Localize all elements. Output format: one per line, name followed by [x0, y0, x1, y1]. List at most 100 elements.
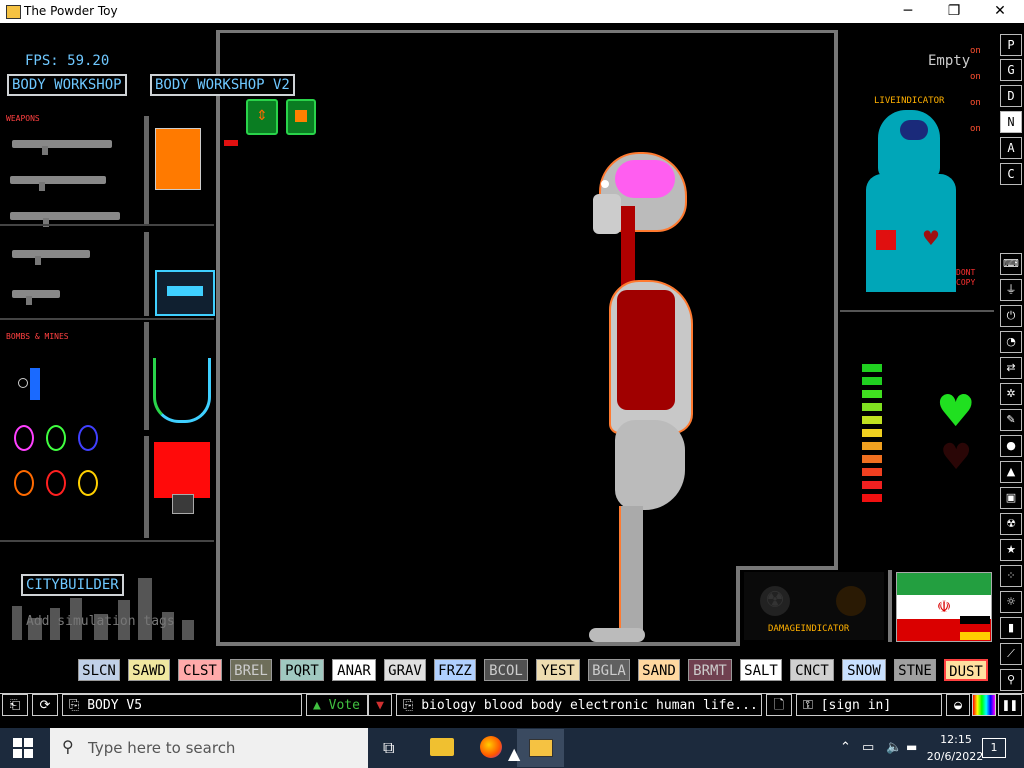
menu-button-d[interactable]: D [1000, 85, 1022, 107]
search-icon[interactable]: ⚲ [1000, 669, 1022, 691]
window-title: The Powder Toy [24, 4, 118, 18]
vote-label: Vote [328, 698, 360, 713]
keyboard-icon[interactable]: ⌨ [1000, 253, 1022, 275]
gauge-icon[interactable]: ◔ [1000, 331, 1022, 353]
tags-field[interactable]: ⎘ biology blood body electronic human li… [396, 694, 762, 716]
screen-device-icon[interactable] [155, 270, 215, 316]
arrows-icon[interactable]: ⇄ [1000, 357, 1022, 379]
save-name-field[interactable]: ⎘ BODY V5 [62, 694, 302, 716]
grenade-icon[interactable] [14, 470, 34, 496]
green-block-icon[interactable] [286, 99, 316, 135]
tray-chevron-icon[interactable]: ⌃ [840, 740, 851, 755]
powder-toy-taskbar-icon[interactable] [529, 739, 553, 757]
taskbar-search-box[interactable]: ⚲ Type here to search [50, 728, 368, 768]
star-icon[interactable]: ★ [1000, 539, 1022, 561]
pistol-icon[interactable] [12, 290, 60, 305]
element-button-yest[interactable]: YEST [536, 659, 580, 681]
bulb-icon[interactable]: ☼ [1000, 591, 1022, 613]
volume-muted-icon[interactable]: 🔈 [886, 740, 902, 755]
damage-indicator-label: DAMAGEINDICATOR [768, 624, 850, 634]
drop-icon[interactable]: ● [1000, 435, 1022, 457]
grenade-icon[interactable] [14, 425, 34, 451]
element-button-cnct[interactable]: CNCT [790, 659, 834, 681]
tab-body-workshop[interactable]: BODY WORKSHOP [7, 74, 127, 96]
element-button-bgla[interactable]: BGLA [588, 659, 630, 681]
swap-arrows-icon[interactable]: ⇕ [246, 99, 278, 135]
task-view-icon[interactable]: ⧉ [383, 738, 394, 758]
menu-button-c[interactable]: C [1000, 163, 1022, 185]
clock-date[interactable]: 20/6/2022 [922, 750, 988, 763]
element-button-brmt[interactable]: BRMT [688, 659, 732, 681]
network-icon[interactable]: ▭ [862, 740, 874, 755]
vote-down-button[interactable]: ▼ [368, 694, 392, 716]
windows-start-icon[interactable] [13, 738, 33, 758]
tab-body-workshop-v2[interactable]: BODY WORKSHOP V2 [150, 74, 295, 96]
heart-icon: ♥ [922, 226, 940, 250]
element-button-frzz[interactable]: FRZZ [434, 659, 476, 681]
vote-up-button[interactable]: ▲ Vote [306, 694, 368, 716]
notifications-icon[interactable]: 1 [982, 738, 1006, 758]
pipette-icon[interactable]: ⟋ [1000, 643, 1022, 665]
element-button-pqrt[interactable]: PQRT [280, 659, 324, 681]
reload-icon[interactable]: ⟳ [32, 694, 58, 716]
grenade-icon[interactable] [78, 470, 98, 496]
mine-icon[interactable] [30, 368, 40, 400]
element-button-bcol[interactable]: BCOL [484, 659, 528, 681]
orange-block-icon[interactable] [155, 128, 201, 190]
grenade-icon[interactable] [46, 470, 66, 496]
grenade-icon[interactable] [46, 425, 66, 451]
element-button-brel[interactable]: BREL [230, 659, 272, 681]
shotgun-icon[interactable] [10, 212, 120, 227]
element-button-dust[interactable]: DUST [944, 659, 988, 681]
pen-icon[interactable]: ✎ [1000, 409, 1022, 431]
element-button-sand[interactable]: SAND [638, 659, 680, 681]
pause-icon[interactable]: ❚❚ [998, 694, 1022, 716]
menu-button-n[interactable]: N [1000, 111, 1022, 133]
sandbox-ceiling [216, 30, 838, 33]
element-button-sawd[interactable]: SAWD [128, 659, 170, 681]
sim-tags-placeholder[interactable]: Add simulation tags [26, 614, 175, 629]
battery-icon[interactable]: ▬ [906, 740, 917, 754]
element-button-anar[interactable]: ANAR [332, 659, 376, 681]
dots-icon[interactable]: ⁘ [1000, 565, 1022, 587]
red-block-icon[interactable] [154, 442, 210, 498]
human-body-figure[interactable] [585, 150, 695, 644]
element-button-clst[interactable]: CLST [178, 659, 222, 681]
element-button-stne[interactable]: STNE [894, 659, 936, 681]
power-icon[interactable]: ⏻ [1000, 305, 1022, 327]
new-simulation-icon[interactable]: 🗋 [766, 694, 792, 716]
assault-rifle-icon[interactable] [10, 176, 106, 191]
element-button-grav[interactable]: GRAV [384, 659, 426, 681]
spray-icon[interactable]: ✲ [1000, 383, 1022, 405]
box-icon[interactable]: ▣ [1000, 487, 1022, 509]
green-heart-icon: ♥ [936, 386, 976, 437]
close-button[interactable]: ✕ [977, 0, 1023, 23]
sign-in-button[interactable]: ⚿ [sign in] [796, 694, 942, 716]
minimize-button[interactable]: ─ [885, 0, 931, 23]
element-button-snow[interactable]: SNOW [842, 659, 886, 681]
tags-text: biology blood body electronic human life… [421, 698, 758, 713]
render-mode-icon[interactable] [972, 694, 996, 716]
file-explorer-icon[interactable] [430, 738, 454, 756]
element-button-salt[interactable]: SALT [740, 659, 782, 681]
open-save-icon[interactable]: ⎗ [2, 694, 28, 716]
rifle-icon[interactable] [12, 140, 112, 155]
on-label: on [970, 72, 981, 82]
sandbox-ledge-wall [736, 566, 740, 646]
sandbox-right-wall [834, 30, 838, 570]
menu-button-a[interactable]: A [1000, 137, 1022, 159]
menu-button-p[interactable]: P [1000, 34, 1022, 56]
grenade-icon[interactable] [78, 425, 98, 451]
maximize-button[interactable]: ❐ [931, 0, 977, 23]
settings-icon[interactable]: ◒ [946, 694, 970, 716]
radioactive-icon[interactable]: ☢ [1000, 513, 1022, 535]
smg-icon[interactable] [12, 250, 90, 265]
bookmark-icon[interactable]: ▮ [1000, 617, 1022, 639]
plug-icon[interactable]: ⏚ [1000, 279, 1022, 301]
firefox-icon[interactable] [480, 736, 502, 758]
clock-time[interactable]: 12:15 [938, 733, 974, 746]
menu-button-g[interactable]: G [1000, 59, 1022, 81]
funnel-icon[interactable] [153, 358, 211, 423]
element-button-slcn[interactable]: SLCN [78, 659, 120, 681]
flask-icon[interactable]: ▲ [1000, 461, 1022, 483]
